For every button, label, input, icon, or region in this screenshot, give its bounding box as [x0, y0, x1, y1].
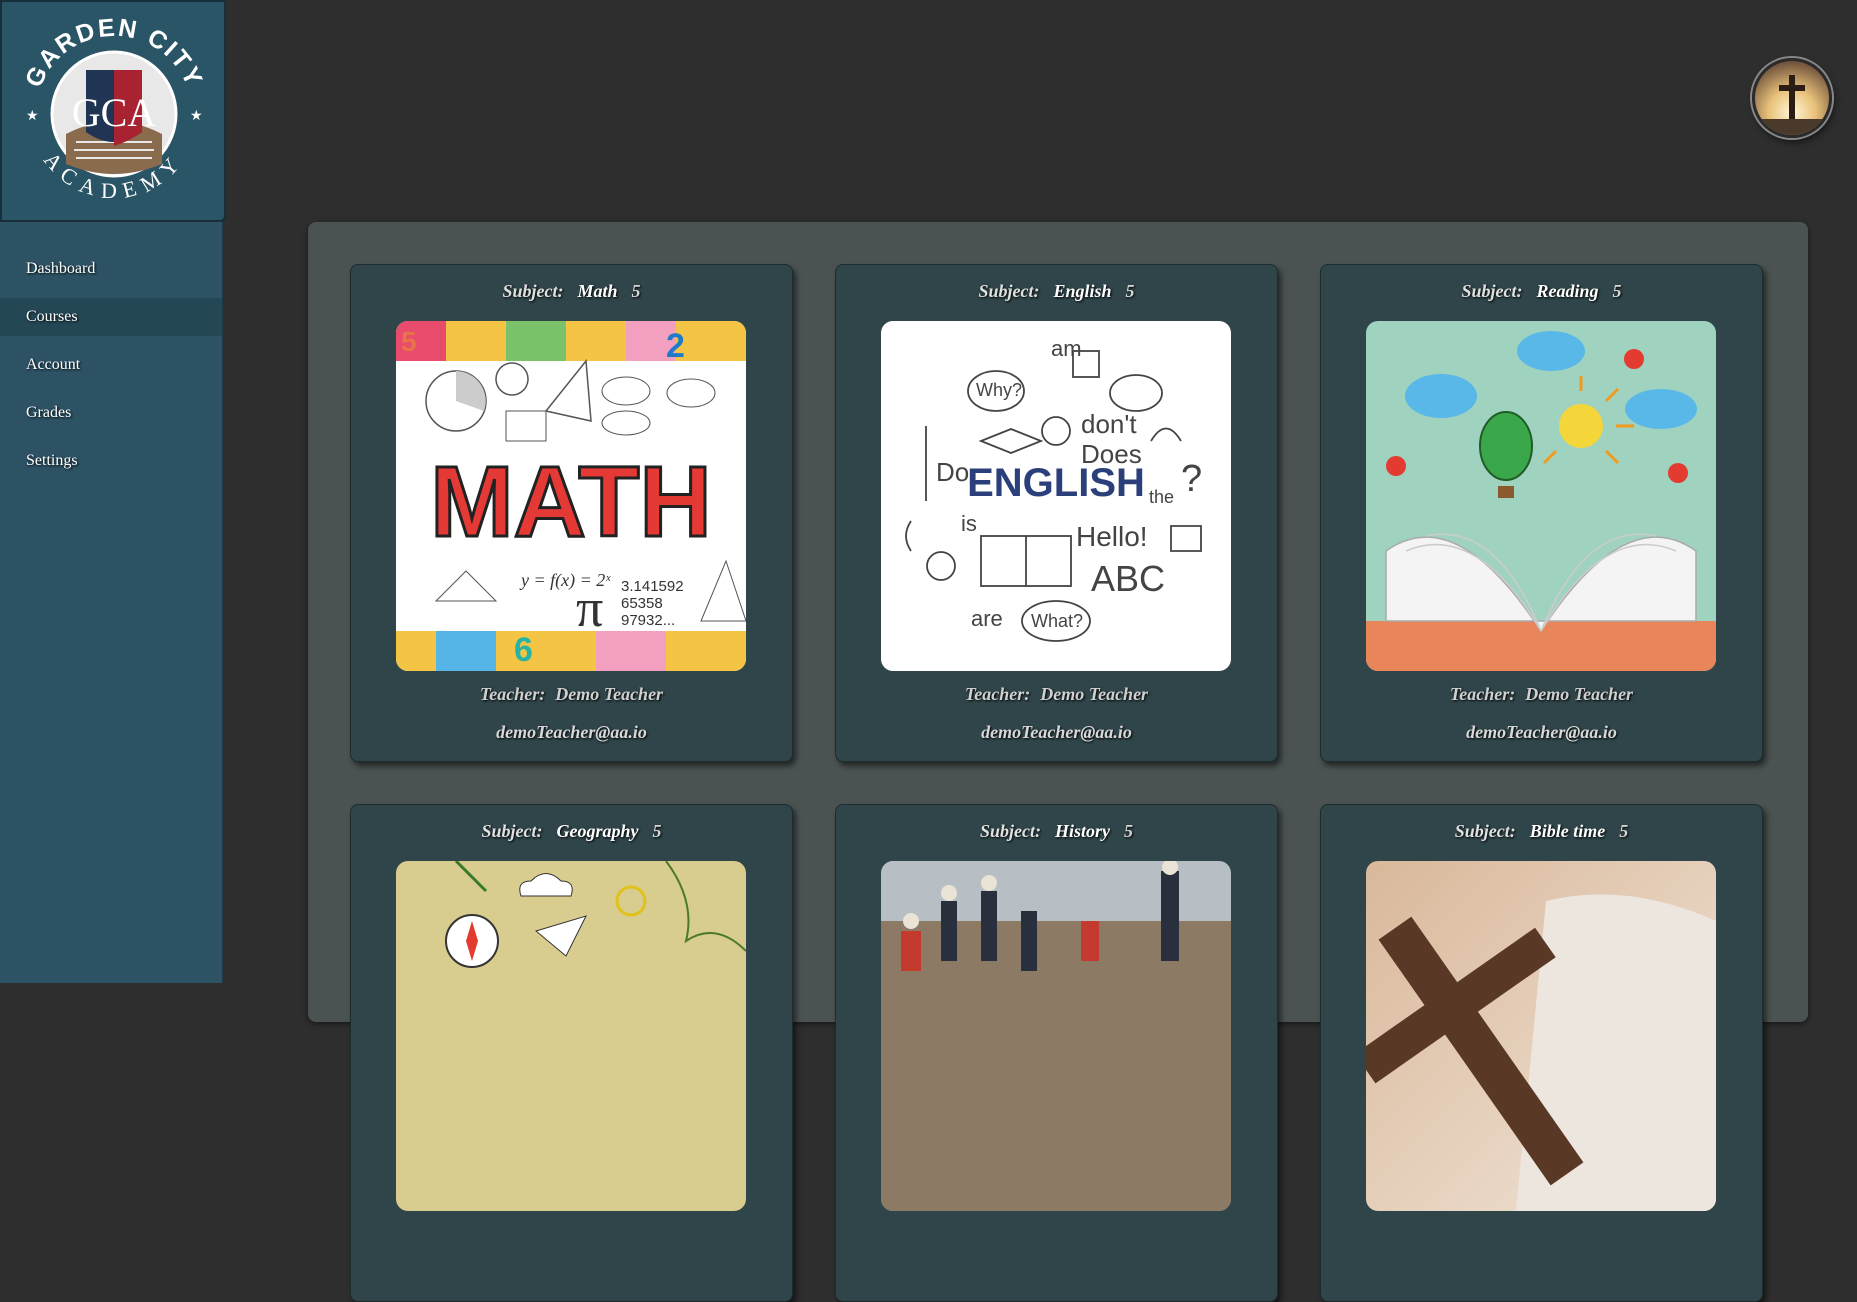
- course-card-bible-time[interactable]: Subject: Bible time 5: [1320, 804, 1763, 1302]
- course-image-geography[interactable]: [396, 861, 746, 1211]
- course-count: 5: [1612, 281, 1622, 301]
- course-subject-line: Subject: Math 5: [502, 281, 641, 301]
- nav-item-dashboard[interactable]: Dashboard: [0, 250, 222, 288]
- svg-text:5: 5: [401, 326, 417, 357]
- course-count: 5: [652, 821, 662, 841]
- course-teacher: Teacher: Demo Teacher: [964, 684, 1149, 704]
- svg-text:97932...: 97932...: [621, 612, 675, 629]
- svg-text:the: the: [1149, 487, 1174, 507]
- svg-text:π: π: [576, 578, 603, 638]
- course-subject: Reading: [1536, 281, 1599, 301]
- course-card-geography[interactable]: Subject: Geography 5: [350, 804, 793, 1302]
- svg-text:are: are: [971, 606, 1003, 631]
- course-count: 5: [631, 281, 641, 301]
- course-subject-line: Subject: History 5: [979, 821, 1133, 841]
- course-subject: Bible time: [1529, 821, 1606, 841]
- garden-city-academy-logo-icon: GCA GARDEN CITY ACADEMY ★ ★: [20, 14, 207, 203]
- svg-text:?: ?: [1181, 458, 1202, 500]
- svg-text:am: am: [1051, 336, 1082, 361]
- course-subject-line: Subject: English 5: [978, 281, 1135, 301]
- course-subject-line: Subject: Bible time 5: [1454, 821, 1629, 841]
- course-count: 5: [1124, 821, 1133, 841]
- sidebar-nav: Dashboard Courses Account Grades Setting…: [0, 250, 222, 490]
- svg-text:ABC: ABC: [1091, 558, 1165, 599]
- course-card-history[interactable]: Subject: History 5: [835, 804, 1278, 1302]
- nav-item-courses[interactable]: Courses: [0, 298, 222, 336]
- course-teacher: Teacher: Demo Teacher: [479, 684, 664, 704]
- svg-text:don't: don't: [1081, 409, 1137, 439]
- course-count: 5: [1125, 281, 1135, 301]
- svg-text:3.141592: 3.141592: [621, 578, 684, 595]
- svg-text:65358: 65358: [621, 595, 663, 612]
- course-card-english[interactable]: Subject: English 5 am Why? don't Does Do…: [835, 264, 1278, 762]
- svg-text:is: is: [961, 511, 977, 536]
- course-teacher-email[interactable]: demoTeacher@aa.io: [1321, 722, 1762, 743]
- courses-panel: Subject: Math 5 MATH y = f(x) = 2ˣ π 3.1…: [308, 222, 1808, 1302]
- course-teacher-email[interactable]: demoTeacher@aa.io: [351, 722, 792, 743]
- profile-avatar[interactable]: [1752, 58, 1832, 138]
- svg-text:Do: Do: [936, 457, 969, 487]
- course-image-english[interactable]: am Why? don't Does Do ENGLISH the is Hel…: [881, 321, 1231, 671]
- course-count: 5: [1619, 821, 1629, 841]
- course-subject: English: [1053, 281, 1112, 301]
- course-subject: History: [1054, 821, 1110, 841]
- course-subject: Geography: [556, 821, 639, 841]
- course-image-reading[interactable]: [1366, 321, 1716, 671]
- course-image-bible-time[interactable]: [1366, 861, 1716, 1211]
- course-subject: Math: [577, 281, 618, 301]
- svg-text:What?: What?: [1031, 611, 1083, 631]
- svg-text:Why?: Why?: [976, 380, 1022, 400]
- svg-text:★: ★: [26, 109, 39, 124]
- cross-avatar-icon: [1755, 61, 1829, 135]
- nav-item-grades[interactable]: Grades: [0, 394, 222, 432]
- svg-text:2: 2: [666, 327, 685, 365]
- course-card-math[interactable]: Subject: Math 5 MATH y = f(x) = 2ˣ π 3.1…: [350, 264, 793, 762]
- course-image-history[interactable]: [881, 861, 1231, 1211]
- nav-item-account[interactable]: Account: [0, 346, 222, 384]
- course-card-reading[interactable]: Subject: Reading 5 Teacher: Demo Teacher…: [1320, 264, 1763, 762]
- course-teacher-email[interactable]: demoTeacher@aa.io: [836, 722, 1277, 743]
- svg-text:ENGLISH: ENGLISH: [967, 461, 1145, 505]
- course-image-math[interactable]: MATH y = f(x) = 2ˣ π 3.141592 65358 9793…: [396, 321, 746, 671]
- svg-text:MATH: MATH: [430, 446, 711, 558]
- svg-text:Hello!: Hello!: [1076, 521, 1148, 552]
- course-subject-line: Subject: Geography 5: [481, 821, 662, 841]
- svg-text:GCA: GCA: [72, 90, 157, 135]
- nav-item-settings[interactable]: Settings: [0, 442, 222, 480]
- course-subject-line: Subject: Reading 5: [1461, 281, 1622, 301]
- course-teacher: Teacher: Demo Teacher: [1449, 684, 1634, 704]
- svg-text:★: ★: [190, 109, 203, 124]
- svg-text:6: 6: [514, 631, 533, 669]
- school-logo[interactable]: GCA GARDEN CITY ACADEMY ★ ★: [0, 0, 226, 222]
